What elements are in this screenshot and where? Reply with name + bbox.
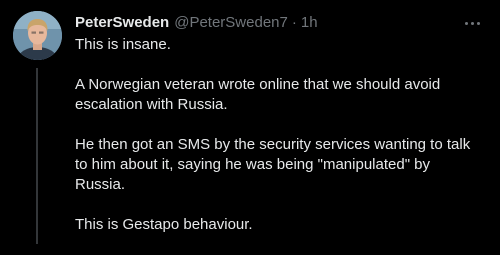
tweet-paragraph: This is insane. — [75, 36, 171, 53]
tweet[interactable]: PeterSweden @PeterSweden7 · 1h This is i… — [0, 0, 500, 244]
timestamp[interactable]: 1h — [301, 13, 318, 33]
avatar[interactable] — [13, 11, 62, 60]
tweet-text: This is insane. A Norwegian veteran wrot… — [75, 35, 480, 255]
more-horizontal-icon[interactable] — [457, 12, 487, 34]
separator-dot: · — [291, 14, 297, 31]
display-name[interactable]: PeterSweden — [75, 13, 169, 33]
thread-line — [36, 68, 38, 244]
tweet-paragraph: A Norwegian veteran wrote online that we… — [75, 76, 441, 113]
tweet-paragraph: He then got an SMS by the security servi… — [75, 136, 471, 193]
avatar-photo — [13, 11, 62, 60]
user-handle[interactable]: @PeterSweden7 — [174, 13, 288, 33]
tweet-paragraph: This is Gestapo behaviour. — [75, 216, 253, 233]
tweet-header: PeterSweden @PeterSweden7 · 1h — [75, 13, 318, 33]
